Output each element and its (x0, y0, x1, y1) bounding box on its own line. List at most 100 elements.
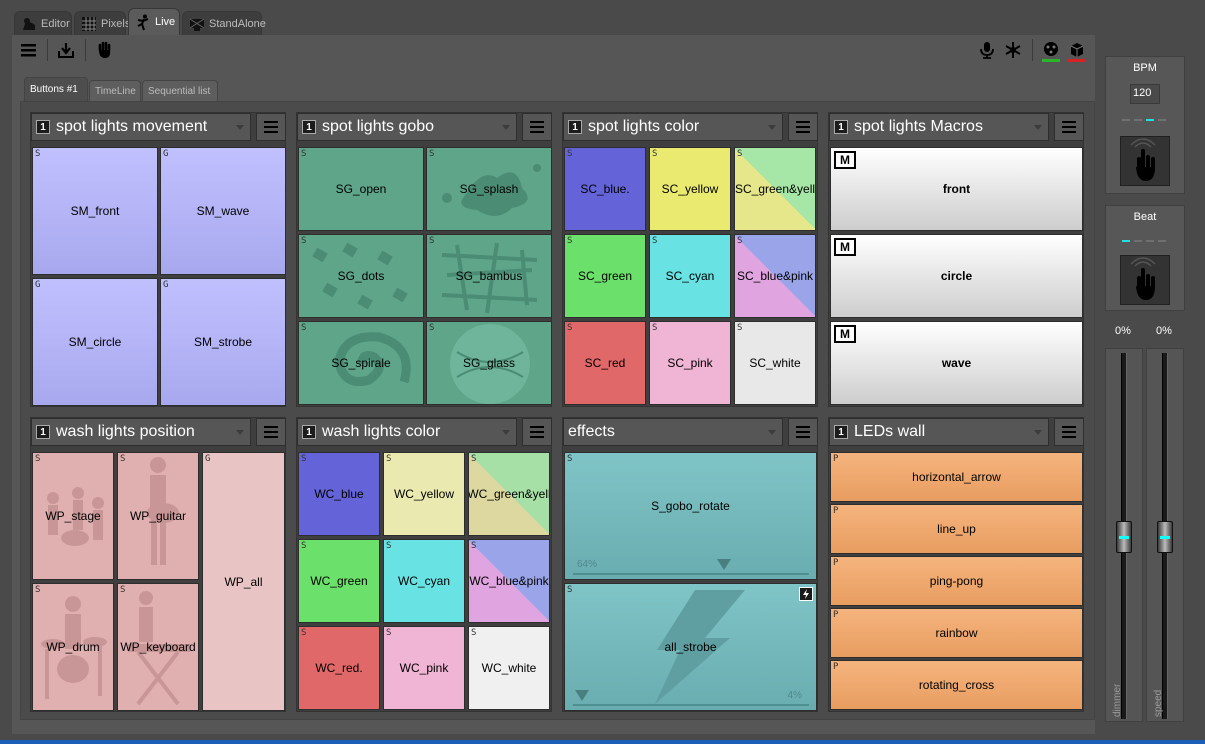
chevron-down-icon (1034, 430, 1042, 435)
cue-button[interactable]: S SC_green (564, 234, 646, 318)
panel-header[interactable]: 1 wash lights color (297, 418, 517, 446)
panel-header[interactable]: 1 LEDs wall (829, 418, 1049, 446)
microphone-icon[interactable] (977, 40, 997, 60)
panel-header[interactable]: 1 spot lights movement (31, 113, 251, 141)
cue-button[interactable]: S WC_green (298, 539, 380, 623)
panel-number: 1 (834, 425, 848, 439)
cue-label: front (942, 182, 971, 196)
cue-button[interactable]: S SC_pink (649, 321, 731, 405)
snowflake-icon[interactable] (1003, 40, 1023, 60)
panel-header[interactable]: 1 spot lights Macros (829, 113, 1049, 141)
effect-percent: 64% (577, 559, 598, 570)
panel-spot-gobo: 1 spot lights gobo S SG_open S SG_splash S… (296, 112, 552, 407)
speed-thumb[interactable] (1157, 521, 1173, 553)
panel-menu-button[interactable] (256, 113, 286, 141)
cue-button[interactable]: S SG_glass (426, 321, 552, 405)
panel-menu-button[interactable] (256, 418, 286, 446)
panel-menu-button[interactable] (522, 418, 552, 446)
cue-button[interactable]: S WC_red. (298, 626, 380, 710)
cue-label: WC_white (481, 661, 537, 675)
cue-button[interactable]: S SC_green&yell (734, 147, 816, 231)
led-effect-button[interactable]: Protating_cross (830, 660, 1083, 710)
macro-button[interactable]: M front (830, 147, 1083, 231)
cue-button[interactable]: S SC_white (734, 321, 816, 405)
mode-badge: P (833, 610, 839, 620)
led-effect-button[interactable]: Pline_up (830, 504, 1083, 554)
tab-pixels[interactable]: Pixels (74, 11, 130, 35)
export-icon[interactable] (56, 40, 76, 60)
cue-button[interactable]: S SG_bambus (426, 234, 552, 318)
hand-stop-icon[interactable] (95, 40, 115, 60)
cue-button[interactable]: G WP_all (202, 452, 285, 711)
cue-button[interactable]: S SG_spirale (298, 321, 424, 405)
cue-button[interactable]: S WC_cyan (383, 539, 465, 623)
cue-button[interactable]: S WC_pink (383, 626, 465, 710)
macro-button[interactable]: M circle (830, 234, 1083, 318)
effect-level-handle[interactable] (717, 559, 732, 570)
tap-tempo-button[interactable] (1120, 136, 1170, 186)
box-disconnected-icon[interactable] (1067, 40, 1087, 62)
panel-header[interactable]: 1 spot lights gobo (297, 113, 517, 141)
cue-button[interactable]: G SM_circle (32, 278, 158, 406)
menu-icon (264, 121, 278, 123)
panel-wash-color: 1 wash lights color S WC_blue S WC_yellow … (296, 417, 552, 712)
cue-label: SG_glass (462, 356, 516, 370)
cue-button[interactable]: S SG_splash (426, 147, 552, 231)
panel-header[interactable]: 1 spot lights color (563, 113, 783, 141)
cue-button[interactable]: S SG_dots (298, 234, 424, 318)
speed-slider[interactable]: speed (1146, 348, 1184, 722)
cue-button[interactable]: S WP_drum (32, 583, 114, 711)
cue-button[interactable]: S WC_white (468, 626, 550, 710)
tab-live[interactable]: Live (128, 8, 180, 35)
cue-button[interactable]: S WP_guitar (117, 452, 199, 580)
cue-label: WP_all (224, 574, 263, 589)
led-effect-button[interactable]: Pping-pong (830, 556, 1083, 606)
cue-label: line_up (937, 522, 976, 536)
mode-badge: S (737, 323, 743, 333)
pixels-grid-icon (81, 16, 97, 32)
cue-button[interactable]: S SC_cyan (649, 234, 731, 318)
hamburger-menu-icon[interactable] (19, 40, 39, 60)
panel-header[interactable]: 1 wash lights position (31, 418, 251, 446)
led-effect-button[interactable]: Prainbow (830, 608, 1083, 658)
tab-editor[interactable]: Editor (14, 11, 72, 35)
mode-badge: S (35, 149, 41, 159)
cue-button[interactable]: S SG_open (298, 147, 424, 231)
cue-button[interactable]: S WC_yellow (383, 452, 465, 536)
cue-button[interactable]: S WP_stage (32, 452, 114, 580)
beat-tap-button[interactable] (1120, 255, 1170, 305)
tab-sequential-list[interactable]: Sequential list (142, 80, 218, 101)
effect-button[interactable]: S all_strobe 4% (564, 583, 817, 711)
cue-button[interactable]: S WC_blue&pink (468, 539, 550, 623)
cue-button[interactable]: S WP_keyboard (117, 583, 199, 711)
dimmer-thumb[interactable] (1116, 521, 1132, 553)
toolbar-divider (85, 39, 86, 61)
standalone-icon (189, 16, 205, 32)
bpm-input[interactable]: 120 (1130, 84, 1160, 104)
effect-button[interactable]: S S_gobo_rotate 64% (564, 452, 817, 580)
tab-standalone[interactable]: StandAlone (182, 11, 266, 35)
panel-menu-button[interactable] (788, 418, 818, 446)
cue-button[interactable]: S SC_blue&pink (734, 234, 816, 318)
cue-button[interactable]: G SM_strobe (160, 278, 286, 406)
cue-button[interactable]: S SC_yellow (649, 147, 731, 231)
panel-menu-button[interactable] (1054, 113, 1084, 141)
macro-button[interactable]: M wave (830, 321, 1083, 405)
cue-button[interactable]: S SC_blue. (564, 147, 646, 231)
cue-button[interactable]: S SM_front (32, 147, 158, 275)
effect-level-handle[interactable] (575, 690, 590, 701)
cue-button[interactable]: G SM_wave (160, 147, 286, 275)
dmx-connected-icon[interactable] (1041, 40, 1061, 62)
cue-button[interactable]: S WC_blue (298, 452, 380, 536)
cue-label: WC_blue&pink (469, 574, 549, 588)
led-effect-button[interactable]: Phorizontal_arrow (830, 452, 1083, 502)
panel-menu-button[interactable] (1054, 418, 1084, 446)
cue-button[interactable]: S WC_green&yell (468, 452, 550, 536)
dimmer-slider[interactable]: dimmer (1105, 348, 1143, 722)
cue-button[interactable]: S SC_red (564, 321, 646, 405)
panel-menu-button[interactable] (788, 113, 818, 141)
tab-buttons-1[interactable]: Buttons #1 (24, 77, 88, 101)
panel-header[interactable]: effects (563, 418, 783, 446)
panel-menu-button[interactable] (522, 113, 552, 141)
tab-timeline[interactable]: TimeLine (89, 80, 141, 101)
